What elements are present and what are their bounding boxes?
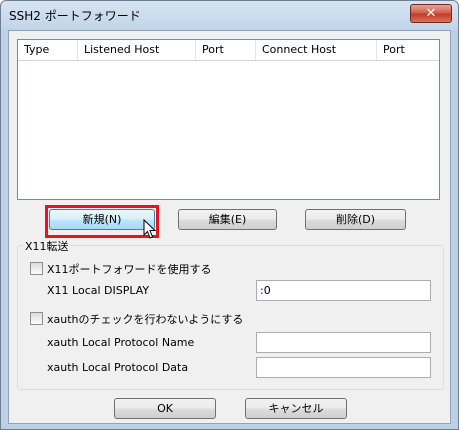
xauth-skip-checkbox[interactable]	[30, 312, 43, 325]
column-header-type[interactable]: Type	[18, 40, 78, 60]
close-icon: ✕	[425, 6, 437, 21]
column-header-listened-host[interactable]: Listened Host	[78, 40, 196, 60]
edit-button[interactable]: 編集(E)	[178, 209, 277, 230]
column-header-connect-port[interactable]: Port	[377, 40, 439, 60]
list-header: Type Listened Host Port Connect Host Por…	[18, 40, 439, 61]
x11-forward-checkbox[interactable]	[30, 262, 43, 275]
x11-group-label: X11転送	[23, 238, 71, 254]
cancel-button[interactable]: キャンセル	[245, 398, 347, 419]
column-header-connect-host[interactable]: Connect Host	[256, 40, 377, 60]
close-button[interactable]: ✕	[410, 4, 452, 23]
x11-display-input[interactable]: :0	[256, 280, 431, 301]
x11-display-label: X11 Local DISPLAY	[47, 284, 150, 297]
dialog-window: SSH2 ポートフォワード ✕ Type Listened Host Port …	[0, 0, 459, 430]
window-title: SSH2 ポートフォワード	[9, 9, 141, 23]
xauth-protocol-data-input[interactable]	[256, 357, 431, 378]
column-header-listened-port[interactable]: Port	[196, 40, 256, 60]
highlight-box	[45, 205, 159, 238]
xauth-protocol-name-label: xauth Local Protocol Name	[47, 336, 195, 349]
title-bar[interactable]: SSH2 ポートフォワード ✕	[1, 1, 458, 31]
forward-list[interactable]: Type Listened Host Port Connect Host Por…	[17, 39, 440, 200]
ok-button[interactable]: OK	[114, 398, 216, 419]
xauth-protocol-name-input[interactable]	[256, 332, 431, 353]
xauth-protocol-data-label: xauth Local Protocol Data	[47, 361, 189, 374]
xauth-skip-label[interactable]: xauthのチェックを行わないようにする	[47, 311, 243, 327]
x11-forward-label[interactable]: X11ポートフォワードを使用する	[47, 261, 212, 277]
delete-button[interactable]: 削除(D)	[305, 209, 406, 230]
dialog-body: Type Listened Host Port Connect Host Por…	[8, 30, 451, 424]
mouse-cursor-icon	[143, 219, 157, 239]
